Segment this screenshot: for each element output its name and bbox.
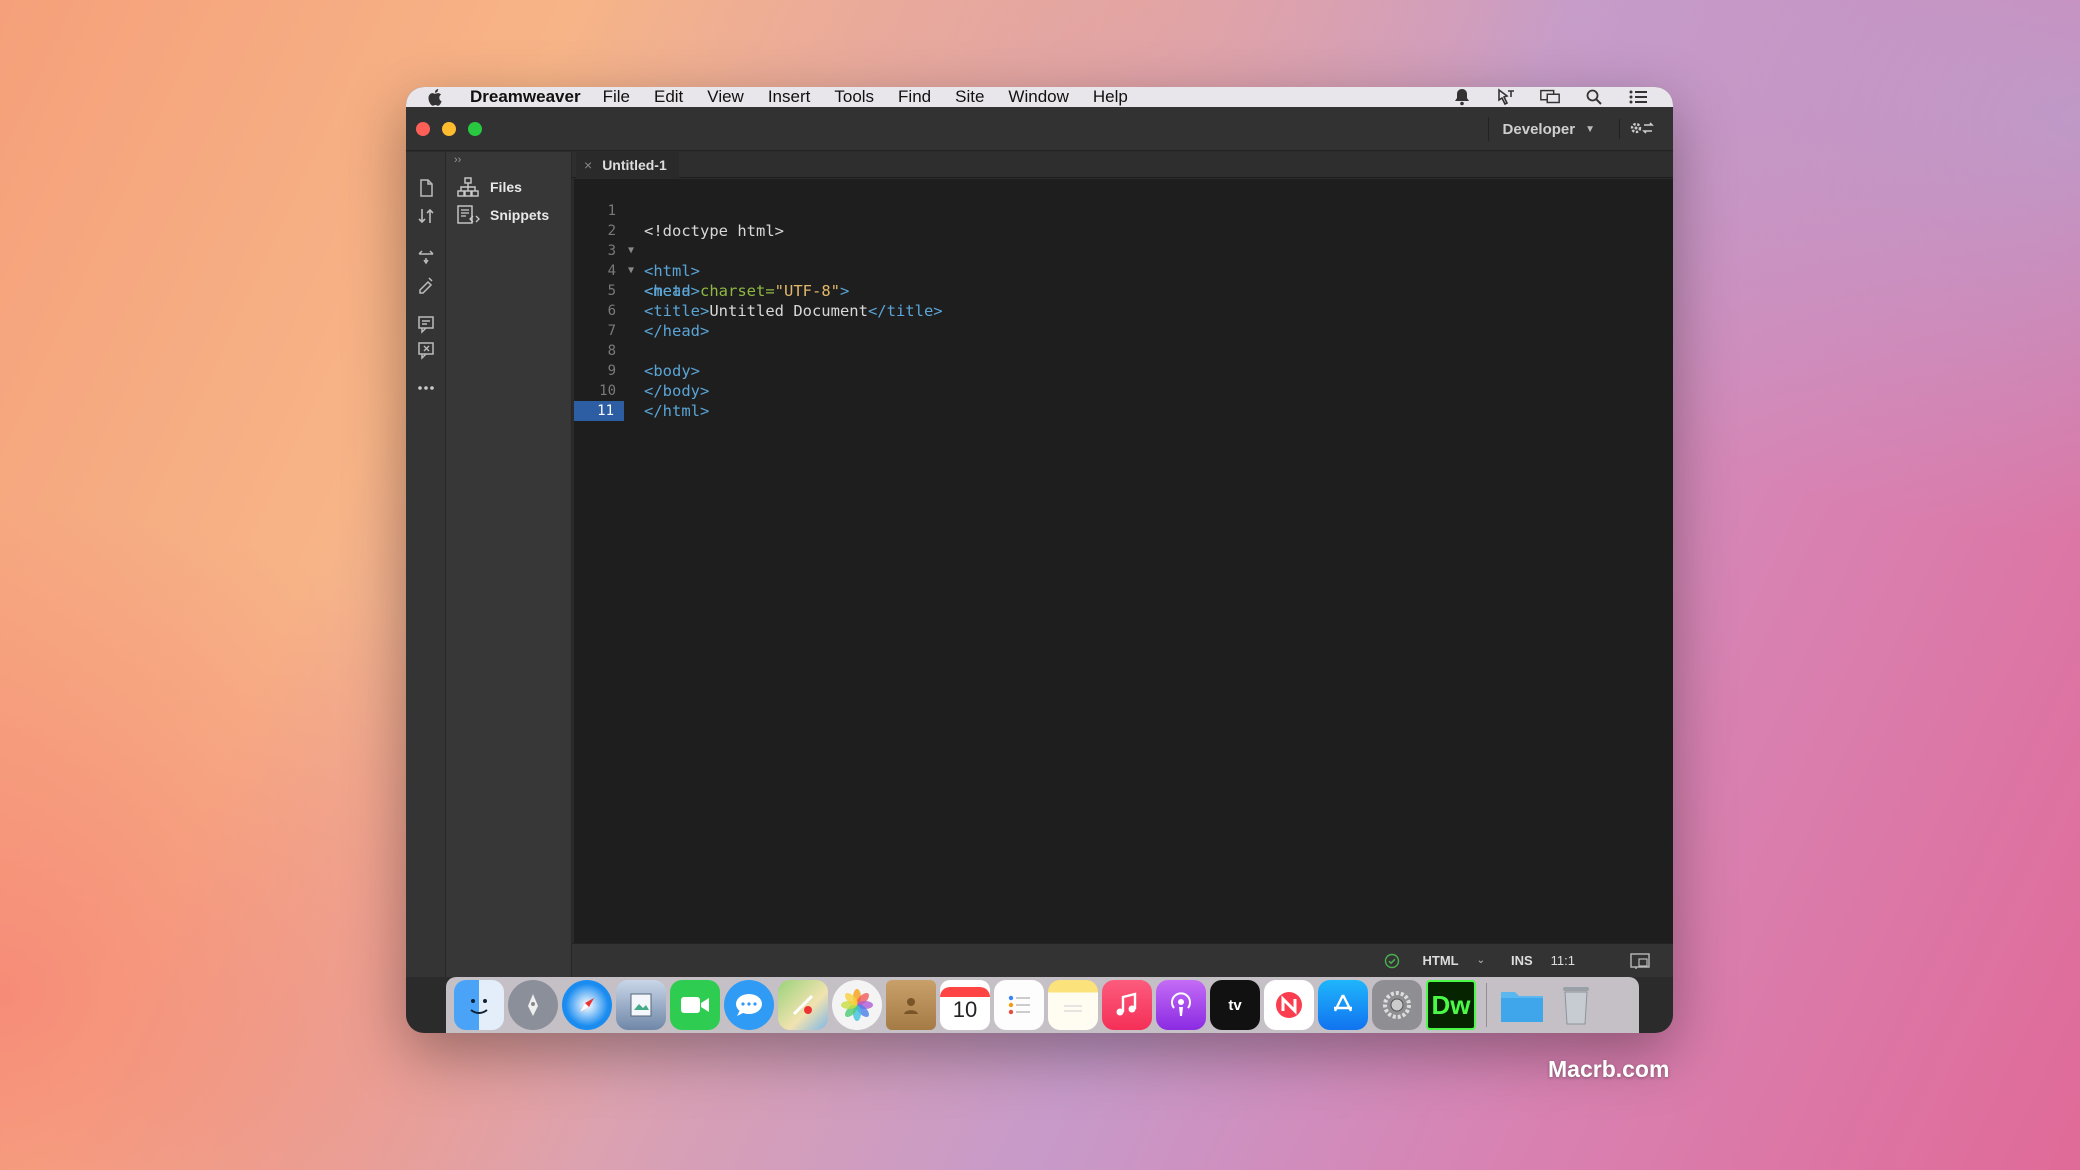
menu-insert[interactable]: Insert (768, 87, 811, 107)
line-number: 11 (574, 401, 624, 421)
close-tab-icon[interactable]: × (584, 157, 592, 173)
code-line: 8 <body> (574, 321, 1673, 380)
messages-icon[interactable] (724, 980, 774, 1030)
news-icon[interactable] (1264, 980, 1314, 1030)
control-center-icon[interactable] (1627, 88, 1649, 106)
reminders-icon[interactable] (994, 980, 1044, 1030)
menu-view[interactable]: View (707, 87, 744, 107)
remove-comment-icon[interactable] (414, 338, 438, 362)
snippets-icon (457, 205, 480, 224)
menu-site[interactable]: Site (955, 87, 984, 107)
menu-help[interactable]: Help (1093, 87, 1128, 107)
close-window-button[interactable] (416, 122, 430, 136)
dock-separator (1486, 983, 1487, 1027)
panel-tab-files[interactable]: Files (456, 176, 522, 198)
open-documents-icon[interactable] (414, 176, 438, 200)
menu-edit[interactable]: Edit (654, 87, 683, 107)
collapse-panels-icon[interactable]: ›› (454, 154, 461, 166)
menu-bar: Dreamweaver File Edit View Insert Tools … (406, 87, 1673, 107)
notification-bell-icon[interactable] (1451, 88, 1473, 106)
menu-file[interactable]: File (603, 87, 630, 107)
chevron-down-icon: ⌄ (1476, 955, 1485, 966)
code-line: 5 <title>Untitled Document</title> (574, 261, 1673, 320)
title-bar: Developer ▼ (406, 107, 1673, 151)
panel-dock: ›› Files Snippets (446, 152, 572, 977)
panel-snippets-label: Snippets (490, 207, 550, 223)
app-store-icon[interactable] (1318, 980, 1368, 1030)
workspace-switcher[interactable]: Developer ▼ (1487, 117, 1595, 141)
chevron-down-icon: ▼ (1585, 123, 1595, 135)
tv-label: tv (1228, 996, 1242, 1014)
contacts-icon[interactable] (886, 980, 936, 1030)
code-line: 6 </head> (574, 281, 1673, 340)
no-errors-check-icon[interactable] (1384, 953, 1400, 969)
photos-icon[interactable] (832, 980, 882, 1030)
zoom-window-button[interactable] (468, 122, 482, 136)
safari-icon[interactable] (562, 980, 612, 1030)
screen-mirroring-icon[interactable] (1539, 88, 1561, 106)
input-method-icon[interactable] (1495, 88, 1517, 106)
code-line: 7 (574, 301, 1673, 339)
calendar-icon[interactable]: 10 (940, 980, 990, 1030)
code-line: 10 </html> (574, 361, 1673, 420)
dreamweaver-icon[interactable]: Dw (1426, 980, 1476, 1030)
dock: 10 tv Dw (446, 977, 1639, 1033)
dreamweaver-window: Dreamweaver File Edit View Insert Tools … (406, 87, 1673, 1033)
code-text: </html> (644, 402, 710, 420)
real-time-preview-icon[interactable] (1629, 952, 1651, 970)
format-source-icon[interactable] (414, 272, 438, 296)
menu-tools[interactable]: Tools (834, 87, 874, 107)
cursor-position: 11:1 (1550, 953, 1575, 968)
apply-comment-icon[interactable] (414, 312, 438, 336)
watermark-text: Macrb.com (1548, 1056, 1670, 1082)
menu-window[interactable]: Window (1008, 87, 1068, 107)
document-tab-bar: × Untitled-1 (572, 152, 1673, 178)
insert-mode-indicator[interactable]: INS (1511, 953, 1533, 968)
code-line: 2 ▼ <html> (574, 201, 1673, 280)
site-tree-icon (457, 177, 479, 197)
code-line: 1 <!doctype html> (574, 181, 1673, 240)
apple-tv-icon[interactable]: tv (1210, 980, 1260, 1030)
launchpad-icon[interactable] (508, 980, 558, 1030)
calendar-day: 10 (952, 997, 978, 1022)
code-line: 4 <meta charset="UTF-8"> (574, 241, 1673, 300)
window-controls (416, 122, 482, 136)
music-icon[interactable] (1102, 980, 1152, 1030)
calendar-header (940, 987, 990, 997)
menu-find[interactable]: Find (898, 87, 931, 107)
document-toolbar (406, 152, 446, 977)
folder-icon[interactable] (1497, 980, 1547, 1030)
panel-files-label: Files (490, 179, 522, 195)
maps-icon[interactable] (778, 980, 828, 1030)
facetime-icon[interactable] (670, 980, 720, 1030)
sync-settings-icon[interactable] (1619, 119, 1654, 139)
tab-untitled-1[interactable]: × Untitled-1 (576, 152, 679, 178)
more-options-icon[interactable] (414, 376, 438, 400)
dreamweaver-icon-label: Dw (1431, 989, 1471, 1020)
app-menu-dreamweaver[interactable]: Dreamweaver (470, 87, 581, 107)
code-line: 9 </body> (574, 341, 1673, 400)
minimize-window-button[interactable] (442, 122, 456, 136)
notes-icon[interactable] (1048, 980, 1098, 1030)
status-bar: HTML ⌄ INS 11:1 (572, 943, 1673, 977)
spotlight-search-icon[interactable] (1583, 88, 1605, 106)
expand-collapse-icon[interactable] (414, 244, 438, 268)
document-type-label: HTML (1422, 953, 1459, 968)
panel-tab-snippets[interactable]: Snippets (456, 204, 549, 226)
tab-label: Untitled-1 (602, 157, 667, 173)
preview-icon[interactable] (616, 980, 666, 1030)
file-management-icon[interactable] (414, 204, 438, 228)
code-line: 3 ▼ <head> (574, 221, 1673, 300)
workspace-label: Developer (1502, 120, 1576, 138)
document-type-select[interactable]: HTML ⌄ (1422, 953, 1485, 968)
system-preferences-icon[interactable] (1372, 980, 1422, 1030)
apple-menu-icon[interactable] (426, 87, 446, 107)
trash-icon[interactable] (1551, 980, 1601, 1030)
finder-icon[interactable] (454, 980, 504, 1030)
podcasts-icon[interactable] (1156, 980, 1206, 1030)
code-line-active: 11 (574, 381, 1673, 421)
menu-bar-status-area (1451, 87, 1649, 107)
code-editor[interactable]: 1 <!doctype html> 2 ▼ <html> 3 ▼ <head> … (574, 179, 1673, 943)
